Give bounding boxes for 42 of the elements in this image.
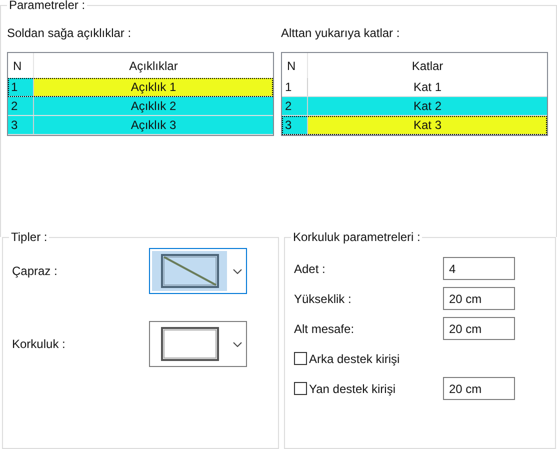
chevron-down-icon (233, 268, 242, 274)
frame-icon (160, 327, 218, 361)
type-dropdown[interactable] (149, 248, 247, 294)
table-cell: 2 (8, 97, 34, 115)
table-cell: 3 (282, 116, 308, 134)
grid-row[interactable]: 1 Kat 1 (282, 78, 547, 97)
table-cell: Kat 2 (308, 97, 547, 115)
checkbox[interactable]: Yan destek kirişi (294, 380, 396, 398)
table-cell: Açıklık 1 (34, 78, 273, 96)
input-field[interactable]: 4 (443, 257, 515, 280)
grid-row[interactable]: 1 Açıklık 1 (8, 78, 273, 97)
group-title: Tipler : (9, 230, 50, 244)
field-label: Alt mesafe: (294, 320, 354, 338)
diagonal-frame-icon (160, 254, 218, 288)
table-cell: Açıklık 2 (34, 97, 273, 115)
table-cell: 3 (8, 116, 34, 134)
grid-row[interactable]: 3 Kat 3 (282, 116, 547, 135)
grid-row[interactable]: 2 Kat 2 (282, 97, 547, 116)
grid-row[interactable]: 2 Açıklık 2 (8, 97, 273, 116)
table-cell: 1 (8, 78, 34, 96)
type-label: Çapraz : (12, 263, 58, 280)
chevron-down-icon (233, 342, 242, 346)
table-cell: Açıklık 3 (34, 116, 273, 134)
table-cell: Kat 3 (308, 116, 547, 134)
field-label: Adet : (294, 260, 326, 278)
data-grid[interactable]: N Katlar 1 Kat 1 2 Kat 2 3 Kat 3 (281, 52, 548, 136)
column-header[interactable]: Katlar (308, 53, 547, 78)
grid-row[interactable]: 3 Açıklık 3 (8, 116, 273, 135)
input-field[interactable]: 20 cm (443, 317, 515, 340)
input-field[interactable]: 20 cm (443, 377, 515, 400)
table-cell: 2 (282, 97, 308, 115)
grid-label: Alttan yukarıya katlar : (281, 25, 401, 40)
type-dropdown[interactable] (149, 321, 247, 367)
data-grid[interactable]: N Açıklıklar 1 Açıklık 1 2 Açıklık 2 3 Açıklık 3 (7, 52, 274, 136)
field-label: Yükseklik : (294, 290, 352, 308)
group-title: Korkuluk parametreleri : (291, 230, 422, 244)
grid-label: Soldan sağa açıklıklar : (7, 25, 132, 40)
input-field[interactable]: 20 cm (443, 287, 515, 310)
type-label: Korkuluk : (12, 336, 66, 353)
column-header[interactable]: Açıklıklar (34, 53, 273, 78)
group-title: Parametreler : (7, 0, 88, 12)
checkbox[interactable]: Arka destek kirişi (294, 350, 400, 368)
